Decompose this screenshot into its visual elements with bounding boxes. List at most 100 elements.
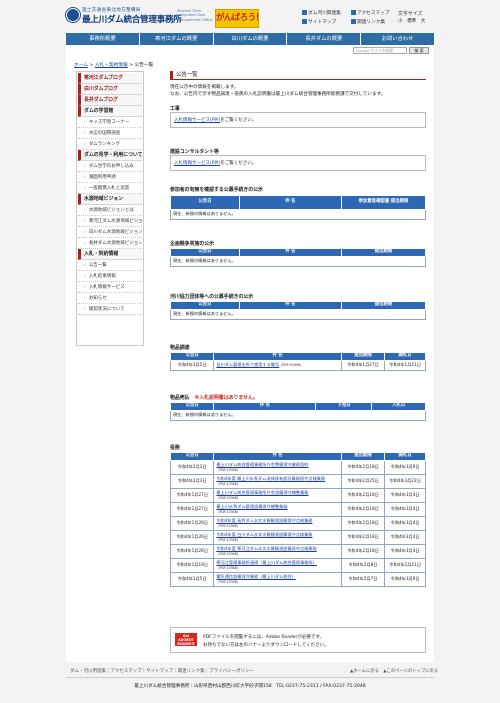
adobe-reader-badge[interactable]: Get ADOBE® READER®	[175, 633, 197, 646]
link-icon	[351, 19, 356, 24]
section-heading-planning: 企画競争実施の公示	[170, 241, 215, 247]
sidebar-heading[interactable]: ダムの見学・利用について	[78, 150, 142, 161]
column-header: 公告日	[169, 452, 215, 461]
nav-tab-sagae-dam[interactable]: 寒河江ダムの概要	[140, 33, 214, 45]
empty-message: 現在、新規の情報はありません。	[170, 309, 426, 320]
cell-deadline: 令和4年2月25日	[340, 474, 386, 489]
footer-links[interactable]: ダム・河川用語集｜アクセスマップ｜サイトマップ｜関連リンク集｜プライバシーポリシ…	[70, 668, 254, 674]
breadcrumb: ホーム > 入札・契約情報 > 公告一覧	[74, 63, 154, 68]
cell-opening: 令和4年3月4日	[384, 488, 426, 503]
sidebar-item[interactable]: ダム見学のお申し込み	[78, 161, 142, 172]
service-item-link[interactable]: 電気通信設備保守業務（最上川ダム統合）	[216, 574, 296, 579]
column-header: 提出期限	[340, 452, 386, 461]
site-header: 国土交通省東北地方整備局 最上川ダム統合管理事務所 Mogami River I…	[66, 7, 434, 30]
table-row: 令和4年1月26日 令和4年度 白川ダム水文水質観測設備保守点検業務 （PDF:10…	[169, 530, 426, 545]
footer-divider	[66, 677, 434, 678]
consultant-link-box: 入札情報サービス(PPI)をご覧ください。	[170, 155, 426, 171]
sidebar-item[interactable]: 一般無償入札と実質	[78, 183, 142, 194]
goods-item-link[interactable]: 白川ダム管理支所で使用する電気	[216, 362, 279, 367]
site-logo-title[interactable]: 最上川ダム統合管理事務所	[82, 13, 182, 25]
sidebar-heading[interactable]: 白川ダムブログ	[78, 84, 142, 95]
pdf-size: （PDF:103KB）	[216, 537, 241, 542]
cell-date: 令和4年2月3日	[169, 460, 215, 475]
service-item-link[interactable]: 令和4年度 最上川水系ダム流体保有設計業務保守点検業務	[216, 476, 325, 481]
breadcrumb-home[interactable]: ホーム	[74, 63, 88, 68]
column-header: 参加意思確認書 提出期限	[340, 195, 427, 210]
service-item-link[interactable]: 寒河江管理事務所清掃（最上川ダム統合管理事務所）	[216, 560, 317, 565]
sidebar-item[interactable]: お知らせ	[78, 293, 142, 304]
cell-date: 令和4年1月26日	[169, 544, 215, 559]
sidebar-heading[interactable]: ダムの学習館	[78, 106, 142, 117]
section-heading-goods: 物品調達	[170, 345, 190, 351]
pdf-size: （PDF:103KB）	[216, 467, 241, 472]
cell-deadline: 令和4年2月18日	[340, 544, 386, 559]
sidebar-item[interactable]: 白川ダム水源地域ビジョン	[78, 227, 142, 238]
consultant-ppi-link[interactable]: 入札情報サービス(PPI)	[174, 161, 220, 166]
font-size-large[interactable]: 大	[421, 18, 426, 24]
pdf-notice-text: PDFファイルを閲覧するには、Adobe Readerが必要です。	[203, 635, 324, 640]
river-table: 公告日 件 名 提出期限 現在、新規の情報はありません。	[170, 301, 427, 320]
sidebar-item[interactable]: 随契状況について	[78, 304, 142, 315]
breadcrumb-section[interactable]: 入札・契約情報	[95, 63, 128, 68]
nav-tab-nagai-dam[interactable]: 長井ダムの概要	[287, 33, 362, 45]
cell-deadline: 令和4年2月8日	[340, 558, 386, 573]
section-heading-services: 役務	[170, 445, 180, 451]
sidebar-item[interactable]: 入札情報サービス	[78, 282, 142, 293]
sidebar-heading[interactable]: 入札・契約情報	[78, 249, 142, 260]
header-link-glossary[interactable]: ダム河川関連集	[302, 10, 341, 16]
sidebar-item[interactable]: 入札結果情報	[78, 271, 142, 282]
sidebar-heading[interactable]: 水源地域ビジョン	[78, 194, 142, 205]
sidebar-item[interactable]: 長井ダム水源地域ビジョン	[78, 238, 142, 249]
section-heading-consultant: 建設コンサルタント等	[170, 149, 219, 155]
sidebar-item[interactable]: 水辺の国際調査	[78, 128, 142, 139]
service-item-link[interactable]: 最上川水系ダム管理設備保守補整業務	[216, 504, 287, 509]
sidebar-item[interactable]: 水源地域ビジョンとは	[78, 205, 142, 216]
sidebar-item[interactable]: 寒河江ダム水源地域ビジョン	[78, 216, 142, 227]
section-heading-participation: 参加者の有無を確認する公募手続きの公示	[170, 187, 263, 193]
koji-link-box: 入札情報サービス(PPI)をご覧ください。	[170, 112, 426, 128]
service-item-link[interactable]: 最上川ダム統合管理事務所庁舎警備保守業務契約	[216, 462, 308, 467]
sidebar-item[interactable]: ダムランキング	[78, 139, 142, 150]
search-input[interactable]: Google サイト内検索	[353, 47, 407, 54]
ganbaro-tohoku-banner[interactable]: がんばろう！東北	[215, 9, 259, 28]
main-container: ホーム > 入札・契約情報 > 公告一覧 寒河江ダムブログ 白川ダムブログ 長井ダム…	[66, 56, 434, 662]
service-item-link[interactable]: 令和4年度 白川ダム水文水質観測設備保守点検業務	[216, 532, 312, 537]
koji-ppi-link[interactable]: 入札情報サービス(PPI)	[174, 118, 220, 123]
header-link-links[interactable]: 関連リンク集	[351, 19, 385, 25]
header-link-access[interactable]: アクセスマップ	[351, 10, 389, 16]
nav-tab-contact[interactable]: お問い合わせ	[361, 33, 434, 45]
cell-date: 令和4年2月3日	[169, 474, 215, 489]
goods-table: 公告日 件 名 提出期限 開札日 令和4年1月5日 白川ダム管理支所で使用する電…	[169, 352, 426, 371]
table-row: 令和4年1月19日 寒河江管理事務所清掃（最上川ダム統合管理事務所） （PDF:10…	[169, 558, 426, 573]
pdf-size: （PDF:103KB）	[216, 523, 241, 528]
cell-opening: 令和4年3月4日	[384, 516, 426, 531]
sidebar-heading[interactable]: 寒河江ダムブログ	[78, 73, 142, 84]
cell-opening: 令和4年3月4日	[384, 530, 426, 545]
service-item-link[interactable]: 令和4年度 長井ダム水文水質観測設備保守点検業務	[216, 518, 312, 523]
sidebar-item[interactable]: 湖面利用申請	[78, 172, 142, 183]
column-header: 件 名	[238, 195, 342, 210]
sidebar-item[interactable]: キッズ学習コーナー	[78, 117, 142, 128]
column-header: 公告日	[170, 195, 240, 210]
cell-opening: 令和4年2月21日	[384, 558, 426, 573]
cell-date: 令和4年1月5日	[169, 360, 215, 371]
nav-tab-office[interactable]: 事務所概要	[66, 33, 140, 45]
nav-tab-shirakawa-dam[interactable]: 白川ダムの概要	[214, 33, 288, 45]
header-link-sitemap[interactable]: サイトマップ	[302, 19, 336, 25]
column-header: 開札日	[384, 452, 426, 461]
search-button[interactable]: 検 索	[409, 47, 429, 54]
column-header: 件 名	[238, 301, 342, 310]
service-item-link[interactable]: 令和4年度 寒河江ダム水文水質観測設備保守点検業務	[216, 546, 316, 551]
pdf-size: （PDF:103KB）	[216, 565, 241, 570]
sidebar: 寒河江ダムブログ白川ダムブログ長井ダムブログダムの学習館キッズ学習コーナー水辺の…	[76, 71, 144, 346]
pdf-notice: Get ADOBE® READER® PDFファイルを閲覧するには、Adobe …	[170, 627, 426, 653]
sidebar-item[interactable]: 公告一覧	[78, 260, 142, 271]
cell-date: 令和4年1月19日	[169, 558, 215, 573]
table-row: 令和4年1月5日 白川ダム管理支所で使用する電気（PDF:109KB） 令和4年…	[169, 360, 426, 371]
service-item-link[interactable]: 最上川ダム統合管理事務所庁舎設備保守補整業務	[216, 490, 308, 495]
cell-deadline: 令和4年2月7日	[340, 572, 386, 587]
font-size-small[interactable]: 小	[398, 18, 403, 24]
sidebar-heading[interactable]: 長井ダムブログ	[78, 95, 142, 106]
footer-back-links[interactable]: ▲ホームに戻る ▲このページのトップに戻る	[350, 668, 438, 674]
font-size-standard[interactable]: 標準	[407, 18, 416, 24]
